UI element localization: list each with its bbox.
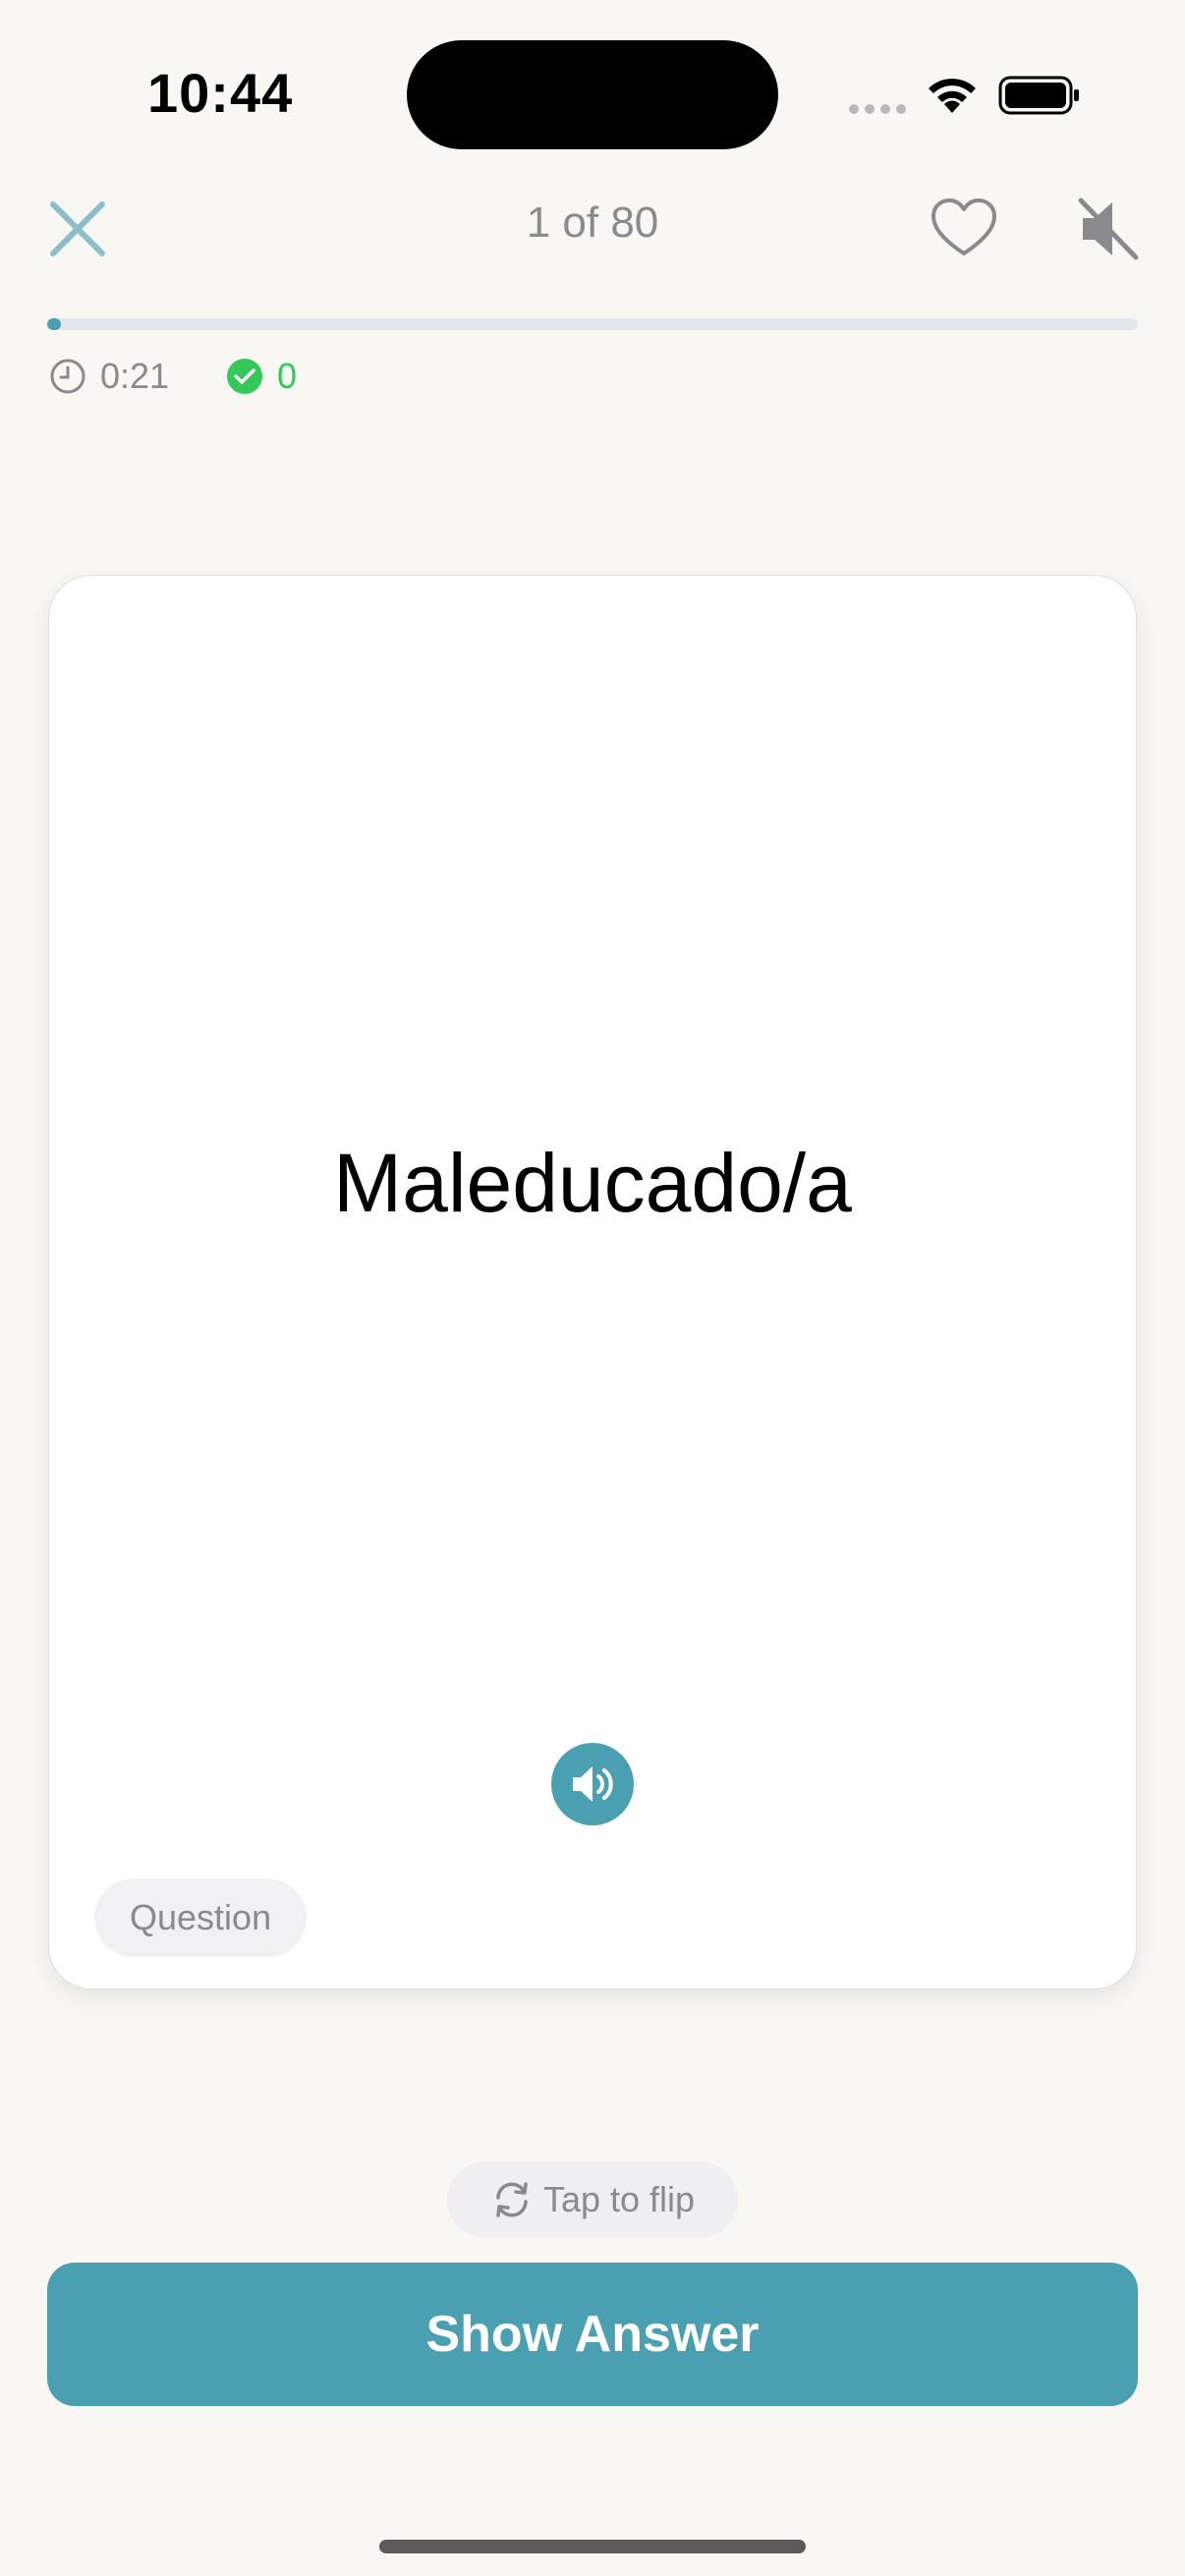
favorite-button[interactable]	[928, 193, 1000, 265]
progress-fill	[47, 318, 61, 330]
timer-value: 0:21	[100, 356, 170, 396]
clock-icon	[50, 359, 85, 394]
status-time: 10:44	[147, 62, 294, 124]
card-side-label: Question	[94, 1878, 308, 1957]
card-counter: 1 of 80	[526, 198, 659, 247]
dynamic-island	[407, 40, 778, 149]
mute-button[interactable]	[1073, 193, 1146, 265]
show-answer-button[interactable]: Show Answer	[47, 2263, 1138, 2406]
check-circle-icon	[227, 359, 262, 394]
battery-icon	[998, 76, 1079, 115]
close-button[interactable]	[41, 193, 114, 265]
speaker-muted-icon	[1078, 197, 1139, 260]
wifi-icon	[929, 79, 976, 113]
speaker-icon	[573, 1766, 613, 1802]
close-icon	[50, 201, 105, 256]
card-term: Maleducado/a	[333, 1137, 852, 1229]
home-indicator[interactable]	[379, 2540, 806, 2553]
tap-to-flip-button[interactable]: Tap to flip	[447, 2161, 738, 2238]
flashcard[interactable]: Maleducado/a Question	[48, 575, 1137, 1989]
heart-icon	[931, 198, 996, 255]
progress-bar	[47, 318, 1138, 330]
correct-count: 0	[277, 356, 298, 396]
refresh-icon	[496, 2182, 528, 2217]
play-audio-button[interactable]	[551, 1743, 634, 1825]
flip-label: Tap to flip	[542, 2179, 696, 2219]
signal-dots-icon	[849, 104, 906, 114]
